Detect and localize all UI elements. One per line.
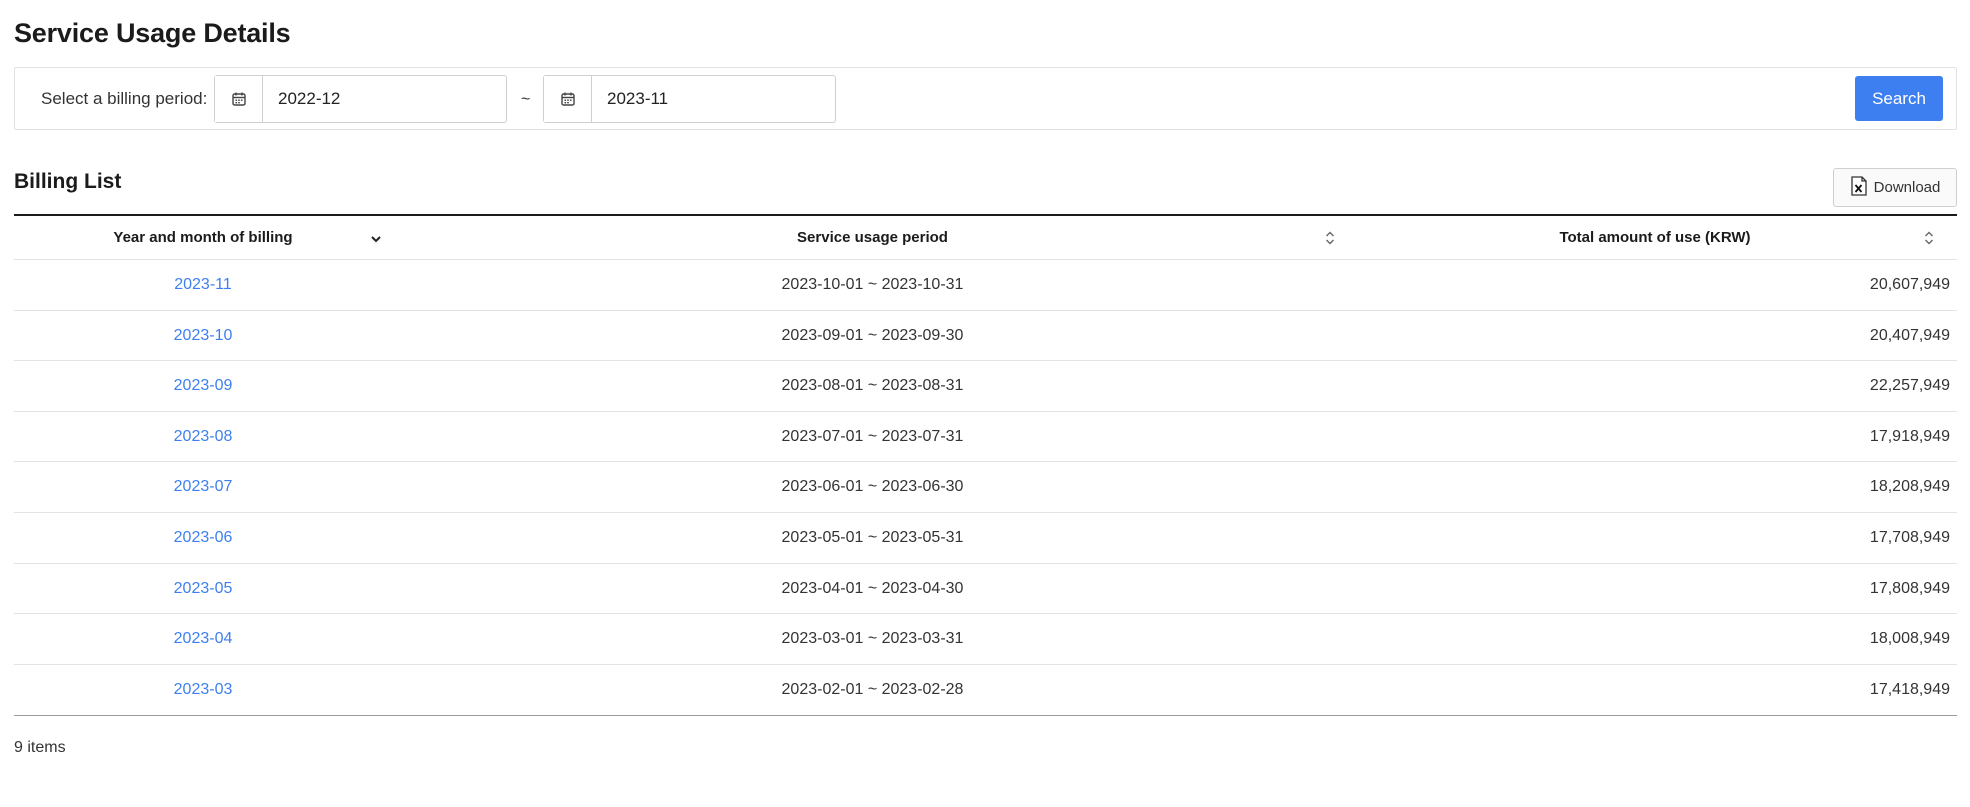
amount-cell: 17,708,949	[1869, 528, 1950, 546]
table-row: 2023-11 2023-10-01 ~ 2023-10-31 20,607,9…	[14, 260, 1957, 311]
usage-period-cell: 2023-04-01 ~ 2023-04-30	[781, 579, 964, 597]
table-row: 2023-08 2023-07-01 ~ 2023-07-31 17,918,9…	[14, 412, 1957, 463]
table-header: Year and month of billing Service usage …	[14, 216, 1957, 260]
usage-period-cell: 2023-10-01 ~ 2023-10-31	[781, 276, 964, 293]
column-total-amount[interactable]: Total amount of use (KRW)	[1353, 216, 1957, 260]
billing-month-link[interactable]: 2023-06	[174, 529, 233, 546]
item-count: 9 items	[14, 739, 66, 756]
calendar-icon[interactable]	[215, 76, 263, 122]
amount-cell: 18,008,949	[1869, 630, 1950, 648]
download-button[interactable]: Download	[1833, 168, 1957, 207]
usage-period-cell: 2023-03-01 ~ 2023-03-31	[781, 630, 964, 648]
billing-period-label: Select a billing period:	[41, 89, 208, 108]
amount-cell: 17,918,949	[1869, 427, 1950, 445]
table-row: 2023-05 2023-04-01 ~ 2023-04-30 17,808,9…	[14, 564, 1957, 615]
table-row: 2023-10 2023-09-01 ~ 2023-09-30 20,407,9…	[14, 311, 1957, 362]
billing-month-link[interactable]: 2023-05	[174, 580, 233, 597]
billing-month-link[interactable]: 2023-10	[174, 327, 233, 344]
billing-list-title: Billing List	[14, 170, 122, 193]
column-usage-period[interactable]: Service usage period	[392, 216, 1353, 260]
billing-to-field[interactable]: 2023-11	[543, 75, 836, 123]
page-title: Service Usage Details	[14, 18, 291, 48]
usage-period-cell: 2023-07-01 ~ 2023-07-31	[781, 427, 964, 445]
download-label: Download	[1873, 179, 1941, 196]
period-separator: ~	[521, 91, 531, 108]
column-label: Service usage period	[797, 229, 948, 246]
billing-month-link[interactable]: 2023-08	[174, 428, 233, 445]
table-row: 2023-09 2023-08-01 ~ 2023-08-31 22,257,9…	[14, 361, 1957, 412]
table-body: 2023-11 2023-10-01 ~ 2023-10-31 20,607,9…	[14, 260, 1957, 715]
billing-month-link[interactable]: 2023-07	[174, 478, 233, 495]
calendar-icon[interactable]	[544, 76, 592, 122]
sort-up-down-icon[interactable]	[1923, 229, 1935, 251]
amount-cell: 17,808,949	[1869, 579, 1950, 597]
column-billing-month[interactable]: Year and month of billing	[14, 216, 392, 260]
usage-period-cell: 2023-05-01 ~ 2023-05-31	[781, 528, 964, 546]
sort-up-down-icon[interactable]	[1324, 229, 1336, 251]
billing-from-value[interactable]: 2022-12	[263, 76, 506, 122]
amount-cell: 20,607,949	[1869, 276, 1950, 293]
amount-cell: 20,407,949	[1869, 326, 1950, 344]
billing-month-link[interactable]: 2023-09	[174, 377, 233, 394]
billing-month-link[interactable]: 2023-11	[174, 276, 232, 293]
usage-period-cell: 2023-09-01 ~ 2023-09-30	[781, 326, 964, 344]
excel-file-icon	[1850, 175, 1868, 200]
billing-from-field[interactable]: 2022-12	[214, 75, 507, 123]
amount-cell: 22,257,949	[1869, 377, 1950, 395]
usage-period-cell: 2023-08-01 ~ 2023-08-31	[781, 377, 964, 395]
billing-table: Year and month of billing Service usage …	[14, 214, 1957, 717]
column-label: Year and month of billing	[113, 229, 293, 246]
usage-period-cell: 2023-06-01 ~ 2023-06-30	[781, 478, 964, 496]
service-usage-page: Service Usage Details Select a billing p…	[0, 0, 1970, 807]
billing-period-filter: Select a billing period: 2022-12 ~ 2023-…	[14, 67, 1957, 130]
chevron-down-icon[interactable]	[369, 230, 383, 248]
usage-period-cell: 2023-02-01 ~ 2023-02-28	[781, 680, 964, 698]
amount-cell: 17,418,949	[1869, 680, 1950, 698]
table-row: 2023-06 2023-05-01 ~ 2023-05-31 17,708,9…	[14, 513, 1957, 564]
search-button[interactable]: Search	[1855, 76, 1943, 121]
table-row: 2023-07 2023-06-01 ~ 2023-06-30 18,208,9…	[14, 462, 1957, 513]
amount-cell: 18,208,949	[1869, 478, 1950, 496]
column-label: Total amount of use (KRW)	[1559, 229, 1751, 246]
billing-month-link[interactable]: 2023-04	[174, 630, 233, 647]
table-row: 2023-04 2023-03-01 ~ 2023-03-31 18,008,9…	[14, 614, 1957, 665]
billing-month-link[interactable]: 2023-03	[174, 681, 233, 698]
table-row: 2023-03 2023-02-01 ~ 2023-02-28 17,418,9…	[14, 665, 1957, 716]
billing-to-value[interactable]: 2023-11	[592, 76, 835, 122]
